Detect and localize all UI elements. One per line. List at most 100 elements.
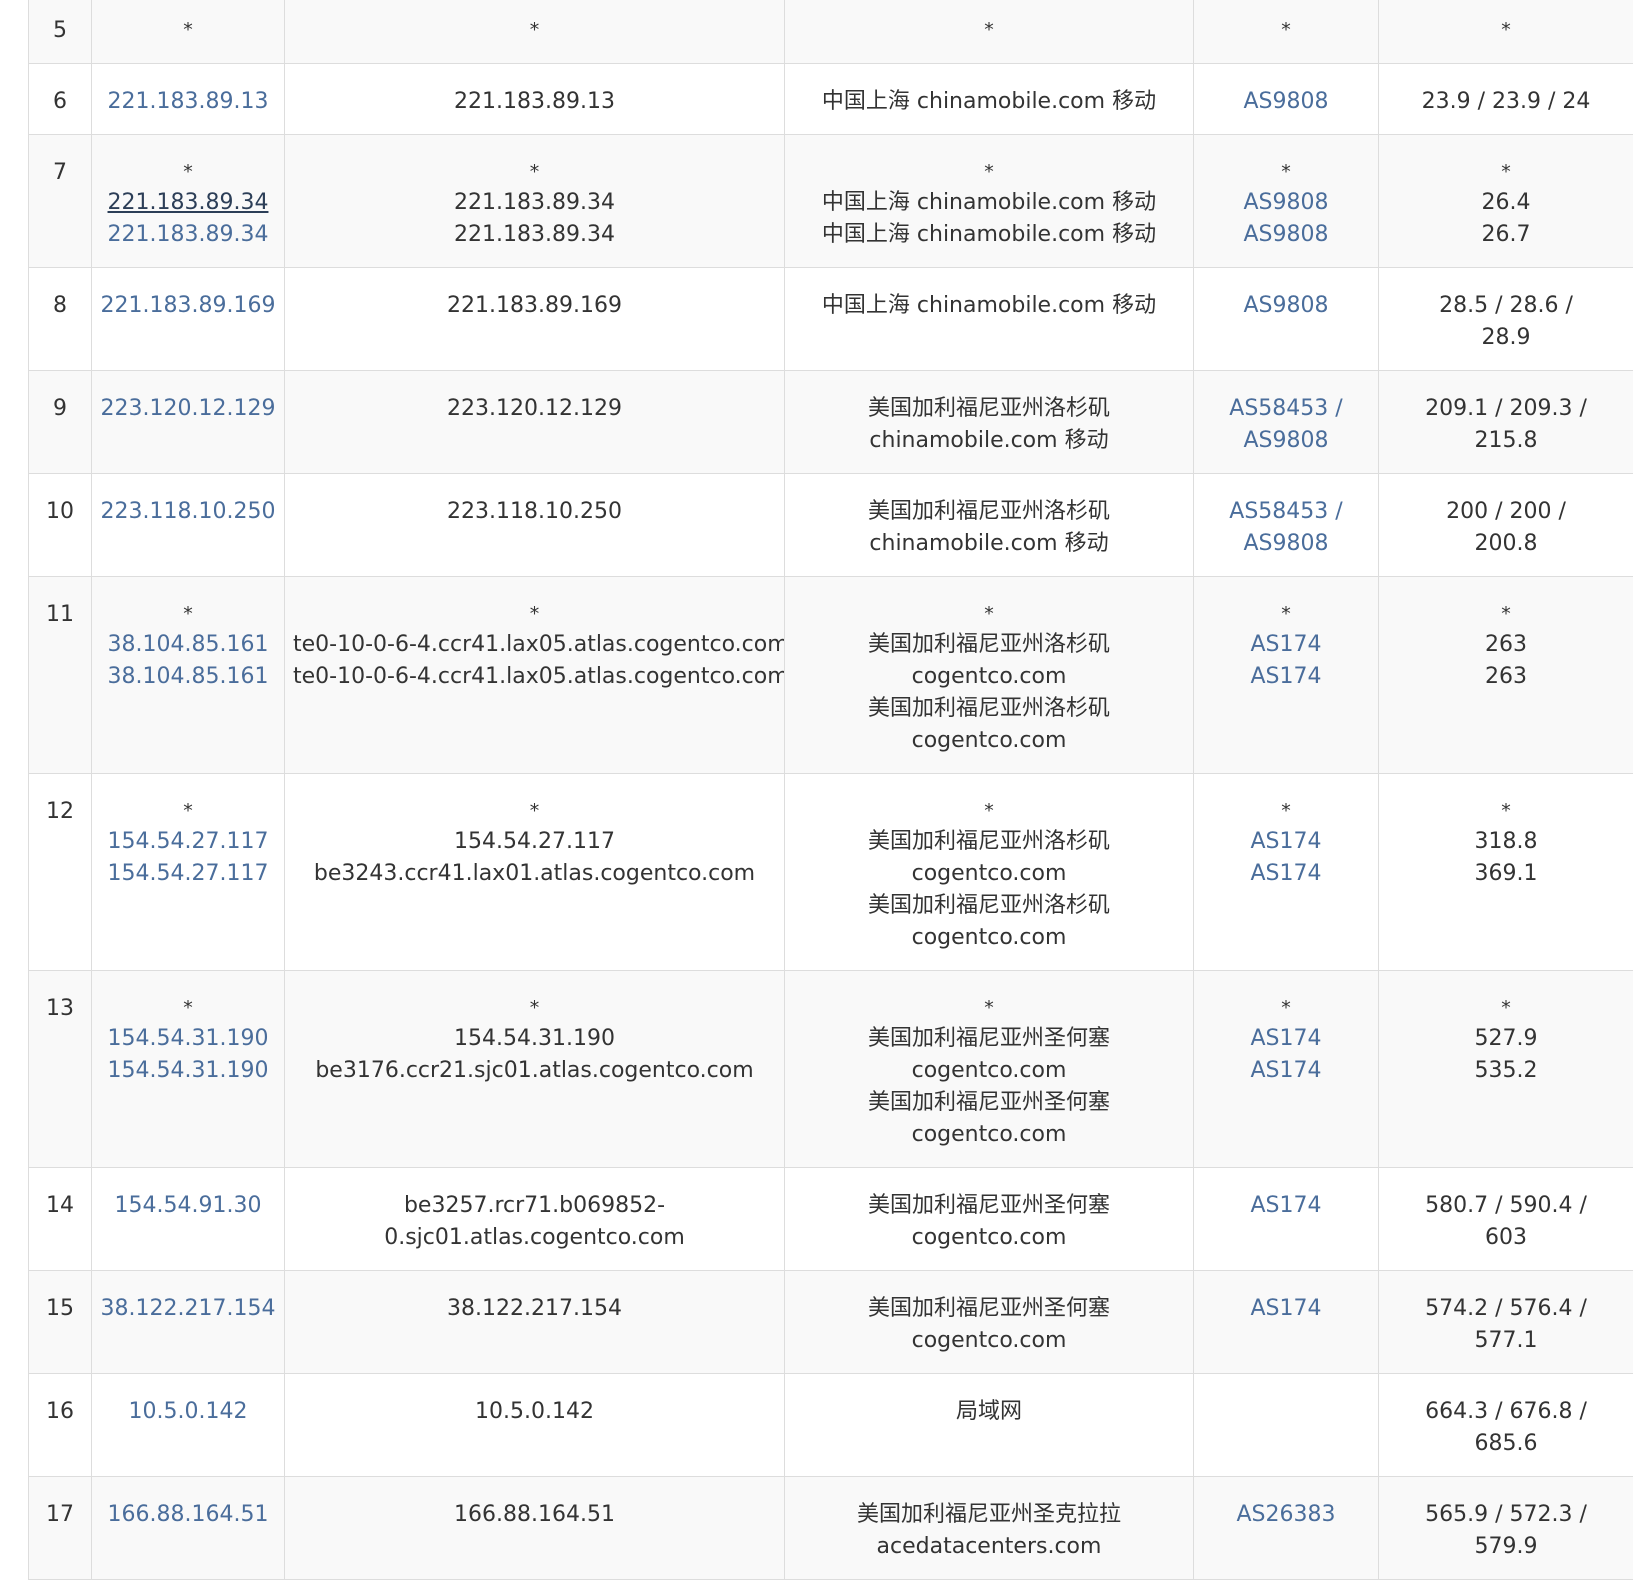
- hop-row: 17166.88.164.51166.88.164.51美国加利福尼亚州圣克拉拉…: [29, 1477, 1633, 1580]
- hop-asn-link[interactable]: AS9808: [1202, 187, 1370, 219]
- hop-hostname: 221.183.89.34: [293, 219, 776, 251]
- hop-hostname: 154.54.31.190: [293, 1023, 776, 1055]
- hop-asn-cell: *: [1194, 0, 1379, 64]
- hop-asn-cell: *AS174AS174: [1194, 577, 1379, 774]
- hop-ip-link[interactable]: 10.5.0.142: [100, 1396, 276, 1428]
- hop-location: cogentco.com: [793, 661, 1185, 693]
- traceroute-table-container: 5*****6221.183.89.13221.183.89.13中国上海 ch…: [28, 0, 1633, 1580]
- timeout-star: *: [100, 796, 276, 826]
- hop-asn-cell: *AS174AS174: [1194, 971, 1379, 1168]
- hop-rtt-cell: 23.9 / 23.9 / 24: [1379, 64, 1633, 135]
- hop-number-cell: 17: [29, 1477, 92, 1580]
- hop-location-cell: *美国加利福尼亚州洛杉矶cogentco.com美国加利福尼亚州洛杉矶cogen…: [785, 774, 1194, 971]
- hop-ip-link[interactable]: 154.54.31.190: [100, 1055, 276, 1087]
- hop-hostname: be3257.rcr71.b069852-: [293, 1190, 776, 1222]
- hop-asn-link[interactable]: AS174: [1202, 1023, 1370, 1055]
- hop-location: cogentco.com: [793, 1055, 1185, 1087]
- hop-asn-link[interactable]: AS174: [1202, 661, 1370, 693]
- hop-asn-link[interactable]: AS9808: [1202, 528, 1370, 560]
- hop-ip-link[interactable]: 223.118.10.250: [100, 496, 276, 528]
- hop-ip-link[interactable]: 223.120.12.129: [100, 393, 276, 425]
- hop-asn-link[interactable]: AS58453 /: [1202, 496, 1370, 528]
- hop-rtt: 535.2: [1387, 1055, 1625, 1087]
- hop-hostname-cell: 166.88.164.51: [285, 1477, 785, 1580]
- hop-ip-link[interactable]: 221.183.89.34: [100, 219, 276, 251]
- hop-ip-cell: 154.54.91.30: [92, 1168, 285, 1271]
- hop-ip-link[interactable]: 221.183.89.34: [100, 187, 276, 219]
- hop-ip-link[interactable]: 154.54.31.190: [100, 1023, 276, 1055]
- hop-ip-link[interactable]: 154.54.91.30: [100, 1190, 276, 1222]
- hop-ip-link[interactable]: 221.183.89.13: [100, 86, 276, 118]
- timeout-star: *: [793, 157, 1185, 187]
- timeout-star: *: [293, 796, 776, 826]
- hop-ip-cell: *38.104.85.16138.104.85.161: [92, 577, 285, 774]
- timeout-star: *: [1387, 796, 1625, 826]
- hop-asn-link[interactable]: AS26383: [1202, 1499, 1370, 1531]
- hop-hostname: te0-10-0-6-4.ccr41.lax05.atlas.cogentco.…: [293, 629, 776, 661]
- hop-row: 1610.5.0.14210.5.0.142局域网664.3 / 676.8 /…: [29, 1374, 1633, 1477]
- hop-asn-cell: [1194, 1374, 1379, 1477]
- hop-number: 11: [33, 599, 87, 631]
- hop-asn-link[interactable]: AS174: [1202, 1190, 1370, 1222]
- hop-number: 14: [33, 1190, 87, 1222]
- hop-asn-cell: AS9808: [1194, 64, 1379, 135]
- hop-number: 17: [33, 1499, 87, 1531]
- timeout-star: *: [293, 993, 776, 1023]
- hop-asn-link[interactable]: AS174: [1202, 1293, 1370, 1325]
- hop-asn-cell: AS9808: [1194, 268, 1379, 371]
- hop-asn-link[interactable]: AS58453 /: [1202, 393, 1370, 425]
- hop-location-cell: *美国加利福尼亚州圣何塞cogentco.com美国加利福尼亚州圣何塞cogen…: [785, 971, 1194, 1168]
- hop-asn-link[interactable]: AS9808: [1202, 290, 1370, 322]
- hop-rtt: 318.8: [1387, 826, 1625, 858]
- hop-rtt: 664.3 / 676.8 /: [1387, 1396, 1625, 1428]
- hop-ip-cell: 10.5.0.142: [92, 1374, 285, 1477]
- hop-location-cell: *美国加利福尼亚州洛杉矶cogentco.com美国加利福尼亚州洛杉矶cogen…: [785, 577, 1194, 774]
- hop-asn-cell: AS58453 /AS9808: [1194, 474, 1379, 577]
- hop-hostname-cell: *154.54.27.117be3243.ccr41.lax01.atlas.c…: [285, 774, 785, 971]
- hop-location-cell: 美国加利福尼亚州洛杉矶chinamobile.com 移动: [785, 474, 1194, 577]
- timeout-star: *: [1202, 993, 1370, 1023]
- hop-asn-link[interactable]: AS9808: [1202, 425, 1370, 457]
- hop-row: 9223.120.12.129223.120.12.129美国加利福尼亚州洛杉矶…: [29, 371, 1633, 474]
- hop-number: 7: [33, 157, 87, 189]
- hop-asn-cell: AS58453 /AS9808: [1194, 371, 1379, 474]
- hop-number: 15: [33, 1293, 87, 1325]
- hop-ip-link[interactable]: 38.122.217.154: [100, 1293, 276, 1325]
- hop-location: 中国上海 chinamobile.com 移动: [793, 219, 1185, 251]
- hop-location: 中国上海 chinamobile.com 移动: [793, 86, 1185, 118]
- hop-location: 美国加利福尼亚州洛杉矶: [793, 629, 1185, 661]
- traceroute-table: 5*****6221.183.89.13221.183.89.13中国上海 ch…: [28, 0, 1633, 1580]
- hop-rtt: 579.9: [1387, 1531, 1625, 1563]
- hop-asn-link[interactable]: AS9808: [1202, 86, 1370, 118]
- timeout-star: *: [293, 15, 776, 45]
- hop-ip-link[interactable]: 154.54.27.117: [100, 826, 276, 858]
- hop-rtt: 527.9: [1387, 1023, 1625, 1055]
- hop-asn-link[interactable]: AS174: [1202, 1055, 1370, 1087]
- hop-asn-link[interactable]: AS174: [1202, 858, 1370, 890]
- hop-ip-link[interactable]: 154.54.27.117: [100, 858, 276, 890]
- hop-location-cell: 美国加利福尼亚州圣克拉拉acedatacenters.com: [785, 1477, 1194, 1580]
- hop-location: acedatacenters.com: [793, 1531, 1185, 1563]
- hop-ip-link[interactable]: 38.104.85.161: [100, 629, 276, 661]
- hop-asn-cell: AS174: [1194, 1271, 1379, 1374]
- hop-ip-link[interactable]: 38.104.85.161: [100, 661, 276, 693]
- hop-location: cogentco.com: [793, 725, 1185, 757]
- hop-location: 美国加利福尼亚州圣何塞: [793, 1190, 1185, 1222]
- hop-location-cell: 局域网: [785, 1374, 1194, 1477]
- hop-location-cell: *: [785, 0, 1194, 64]
- hop-hostname: 10.5.0.142: [293, 1396, 776, 1428]
- hop-asn-link[interactable]: AS174: [1202, 629, 1370, 661]
- timeout-star: *: [100, 157, 276, 187]
- hop-row: 14154.54.91.30be3257.rcr71.b069852-0.sjc…: [29, 1168, 1633, 1271]
- hop-ip-link[interactable]: 166.88.164.51: [100, 1499, 276, 1531]
- hop-asn-link[interactable]: AS174: [1202, 826, 1370, 858]
- hop-hostname: te0-10-0-6-4.ccr41.lax05.atlas.cogentco.…: [293, 661, 776, 693]
- timeout-star: *: [1387, 599, 1625, 629]
- hop-location: cogentco.com: [793, 1222, 1185, 1254]
- hop-asn-link[interactable]: AS9808: [1202, 219, 1370, 251]
- hop-hostname-cell: *154.54.31.190be3176.ccr21.sjc01.atlas.c…: [285, 971, 785, 1168]
- hop-number-cell: 15: [29, 1271, 92, 1374]
- timeout-star: *: [1202, 599, 1370, 629]
- hop-location: 美国加利福尼亚州圣何塞: [793, 1087, 1185, 1119]
- hop-ip-link[interactable]: 221.183.89.169: [100, 290, 276, 322]
